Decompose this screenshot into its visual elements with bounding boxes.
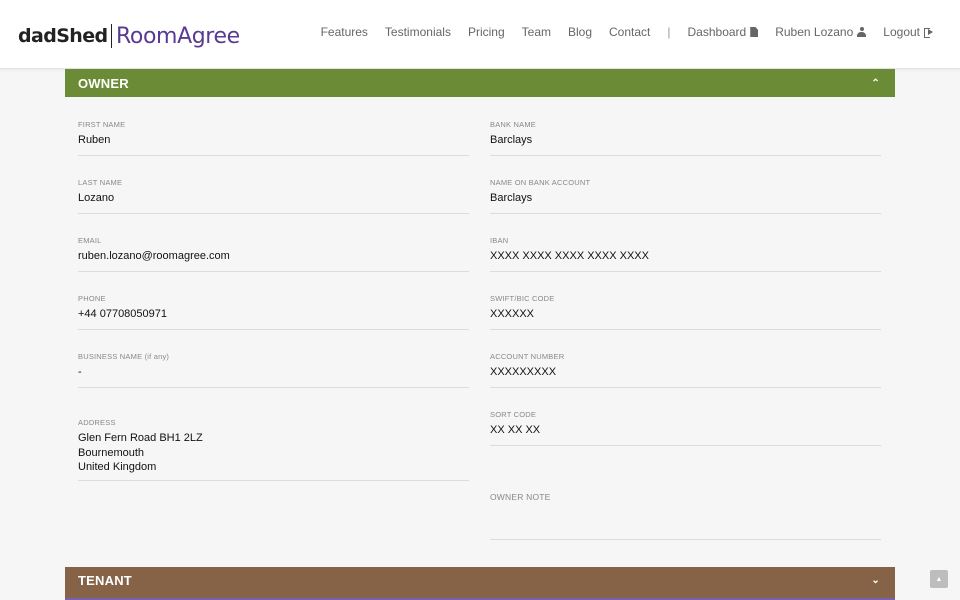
logout-icon (924, 27, 934, 38)
field-label: IBAN (490, 236, 509, 245)
nav-logout[interactable]: Logout (883, 25, 934, 39)
field-label: EMAIL (78, 236, 102, 245)
logo-roomagree: RoomAgree (116, 23, 240, 49)
field-bank-name: BANK NAME Barclays (490, 120, 881, 156)
nav-logout-label: Logout (883, 25, 920, 39)
user-icon (857, 27, 867, 37)
field-label: ACCOUNT NUMBER (490, 352, 565, 361)
field-email: EMAIL ruben.lozano@roomagree.com (78, 236, 469, 272)
nav-testimonials[interactable]: Testimonials (385, 25, 451, 39)
field-value: ruben.lozano@roomagree.com (78, 250, 230, 262)
field-value: - (78, 366, 82, 378)
owner-panel-title: OWNER (78, 75, 129, 91)
document-icon (750, 27, 759, 37)
field-label: LAST NAME (78, 178, 123, 187)
nav-separator: | (667, 25, 671, 39)
owner-note-label: OWNER NOTE (490, 492, 551, 502)
field-label: BUSINESS NAME (if any) (78, 352, 170, 361)
logo-divider (110, 24, 113, 48)
main-nav: Features Testimonials Pricing Team Blog … (304, 25, 934, 39)
nav-dashboard-label: Dashboard (687, 25, 747, 39)
site-header: dadShed RoomAgree Features Testimonials … (0, 0, 960, 69)
field-value: Glen Fern Road BH1 2LZ Bournemouth Unite… (78, 432, 203, 473)
nav-contact[interactable]: Contact (609, 25, 650, 39)
logo[interactable]: dadShed RoomAgree (18, 20, 240, 52)
field-label: FIRST NAME (78, 120, 126, 129)
field-value: XXXXXX (490, 308, 535, 320)
field-swift-bic: SWIFT/BIC CODE XXXXXX (490, 294, 881, 330)
field-label: ADDRESS (78, 418, 116, 427)
field-last-name: LAST NAME Lozano (78, 178, 469, 214)
chevron-up-icon: ▲ (935, 575, 943, 583)
nav-features[interactable]: Features (321, 25, 368, 39)
field-first-name: FIRST NAME Ruben (78, 120, 469, 156)
tenant-panel-title: TENANT (78, 573, 132, 588)
field-address: ADDRESS Glen Fern Road BH1 2LZ Bournemou… (78, 418, 469, 481)
field-label: PHONE (78, 294, 106, 303)
nav-user[interactable]: Ruben Lozano (775, 25, 867, 39)
nav-user-label: Ruben Lozano (775, 25, 854, 39)
owner-panel-header[interactable]: OWNER ⌃ (65, 69, 895, 97)
field-label: BANK NAME (490, 120, 536, 129)
field-account-number: ACCOUNT NUMBER XXXXXXXXX (490, 352, 881, 388)
nav-pricing[interactable]: Pricing (468, 25, 505, 39)
field-label: SWIFT/BIC CODE (490, 294, 555, 303)
field-value: Barclays (490, 192, 533, 204)
scroll-top-button[interactable]: ▲ (930, 570, 948, 588)
chevron-down-icon[interactable]: ⌄ (871, 575, 880, 586)
field-value: +44 07708050971 (78, 308, 168, 320)
field-value: Barclays (490, 134, 533, 146)
chevron-up-icon[interactable]: ⌃ (871, 78, 880, 89)
field-value: XXXXXXXXX (490, 366, 557, 378)
field-sort-code: SORT CODE XX XX XX (490, 410, 881, 446)
field-owner-note[interactable]: OWNER NOTE (490, 492, 881, 540)
field-value: XXXX XXXX XXXX XXXX XXXX (490, 250, 649, 262)
field-value: Ruben (78, 134, 111, 146)
nav-team[interactable]: Team (522, 25, 551, 39)
nav-blog[interactable]: Blog (568, 25, 592, 39)
field-label: SORT CODE (490, 410, 537, 419)
field-value: Lozano (78, 192, 115, 204)
field-iban: IBAN XXXX XXXX XXXX XXXX XXXX (490, 236, 881, 272)
field-business-name: BUSINESS NAME (if any) - (78, 352, 469, 388)
field-name-on-bank-account: NAME ON BANK ACCOUNT Barclays (490, 178, 881, 214)
field-phone: PHONE +44 07708050971 (78, 294, 469, 330)
field-label: NAME ON BANK ACCOUNT (490, 178, 591, 187)
logo-dadshed: dadShed (18, 25, 108, 47)
field-value: XX XX XX (490, 424, 541, 436)
nav-dashboard[interactable]: Dashboard (688, 25, 759, 39)
tenant-panel-header[interactable]: TENANT ⌄ (65, 567, 895, 600)
